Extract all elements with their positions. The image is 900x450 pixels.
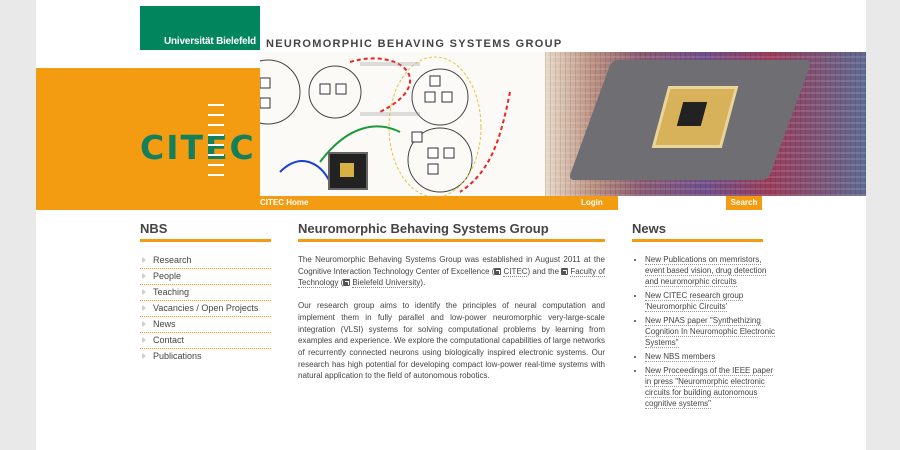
page: Universität Bielefeld NEUROMORPHIC BEHAV…: [36, 0, 866, 450]
top-nav-bar: [260, 196, 618, 210]
sidebar-item-news[interactable]: News: [140, 317, 271, 333]
intro-text-b: ) and the: [527, 266, 562, 276]
news-link[interactable]: New NBS members: [645, 352, 716, 362]
news-list: New Publications on memristors, event ba…: [634, 254, 775, 412]
search-button[interactable]: Search: [726, 196, 762, 210]
citec-home-link[interactable]: CITEC Home: [260, 198, 308, 207]
news-item: New Publications on memristors, event ba…: [645, 254, 775, 287]
news-link[interactable]: New Publications on memristors, event ba…: [645, 255, 767, 287]
sidebar-item-people[interactable]: People: [140, 269, 271, 285]
news-title: News: [632, 221, 763, 242]
sidebar-item-publications[interactable]: Publications: [140, 349, 271, 364]
news-link[interactable]: New Proceedings of the IEEE paper in pre…: [645, 366, 774, 409]
sidebar-item-teaching[interactable]: Teaching: [140, 285, 271, 301]
sidebar-item-vacancies[interactable]: Vacancies / Open Projects: [140, 301, 271, 317]
citec-logo[interactable]: CITEC: [140, 128, 256, 167]
bielefeld-university-link[interactable]: Bielefeld University: [352, 278, 421, 289]
header-banner-image: [260, 52, 866, 196]
intro-text-d: ).: [420, 278, 426, 288]
external-link-icon: [494, 267, 502, 275]
news-item: New CITEC research group 'Neuromorphic C…: [645, 290, 775, 312]
sidebar-item-research[interactable]: Research: [140, 253, 271, 269]
external-link-icon: [343, 279, 351, 287]
university-name: Universität Bielefeld: [164, 36, 256, 47]
university-logo-mark: [140, 6, 156, 50]
news-link[interactable]: New CITEC research group 'Neuromorphic C…: [645, 291, 744, 312]
news-item: New NBS members: [645, 351, 775, 362]
sidebar-title: NBS: [140, 221, 271, 242]
news-item: New PNAS paper "Synthethizing Cognition …: [645, 315, 775, 348]
sidebar-menu: Research People Teaching Vacancies / Ope…: [140, 253, 271, 364]
main-content: The Neuromorphic Behaving Systems Group …: [298, 254, 606, 393]
site-title: NEUROMORPHIC BEHAVING SYSTEMS GROUP: [266, 38, 563, 50]
citec-logo-bars: [208, 104, 224, 184]
research-paragraph: Our research group aims to identify the …: [298, 301, 605, 381]
intro-paragraph: The Neuromorphic Behaving Systems Group …: [298, 254, 606, 289]
citec-link[interactable]: CITEC: [503, 266, 528, 277]
news-link[interactable]: New PNAS paper "Synthethizing Cognition …: [645, 316, 775, 348]
university-logo[interactable]: Universität Bielefeld: [140, 6, 260, 50]
external-link-icon: [561, 267, 569, 275]
neuromorphic-chip-small-image: [328, 152, 368, 190]
login-link[interactable]: Login: [581, 198, 603, 207]
neural-network-illustration: [260, 52, 580, 196]
sidebar-item-contact[interactable]: Contact: [140, 333, 271, 349]
search-input[interactable]: [618, 196, 726, 210]
news-item: New Proceedings of the IEEE paper in pre…: [645, 365, 775, 409]
page-title: Neuromorphic Behaving Systems Group: [298, 221, 605, 242]
